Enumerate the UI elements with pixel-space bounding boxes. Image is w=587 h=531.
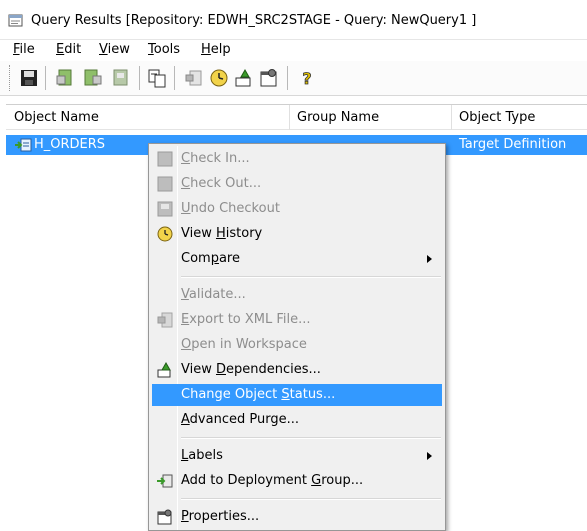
menu-item-label: Open in Workspace: [181, 337, 307, 352]
submenu-arrow-icon: [427, 255, 432, 263]
toolbar-separator: [174, 66, 175, 90]
svg-text:?: ?: [302, 69, 311, 88]
toolbar-grip[interactable]: [9, 65, 12, 91]
column-header-group-name[interactable]: Group Name: [297, 110, 379, 125]
column-divider[interactable]: [289, 105, 290, 130]
export-xml-icon: [157, 312, 173, 328]
compare-icon[interactable]: [146, 67, 168, 89]
menu-item-properties[interactable]: Properties...: [152, 506, 442, 528]
menu-item-label: View History: [181, 226, 263, 241]
window-title: Query Results [Repository: EDWH_SRC2STAG…: [31, 13, 477, 28]
export-icon[interactable]: [183, 67, 205, 89]
check-out-icon[interactable]: [82, 67, 104, 89]
menu-item-validate[interactable]: Validate...: [152, 284, 442, 306]
menu-item-label: Check In...: [181, 151, 250, 166]
menu-item-label: Labels: [181, 448, 223, 463]
results-table-header: Object Name Group Name Object Type: [6, 104, 587, 130]
menu-view-label: iew: [107, 42, 130, 57]
menu-separator: [181, 437, 441, 439]
menu-item-advanced-purge[interactable]: Advanced Purge...: [152, 409, 442, 431]
menu-item-label: Advanced Purge...: [181, 412, 299, 427]
toolbar-separator: [45, 66, 46, 90]
menu-help[interactable]: Help: [201, 42, 231, 57]
column-header-object-type[interactable]: Object Type: [459, 110, 535, 125]
menu-tools[interactable]: Tools: [148, 42, 180, 57]
menu-help-mnemonic: H: [201, 42, 211, 57]
menu-separator: [181, 276, 441, 278]
query-window-icon: [8, 14, 23, 27]
properties-icon: [157, 509, 172, 525]
menu-edit-label: dit: [64, 42, 82, 57]
dependencies-icon[interactable]: [233, 67, 255, 89]
object-type-cell: Target Definition: [459, 137, 567, 152]
menu-item-export-xml[interactable]: Export to XML File...: [152, 309, 442, 331]
view-history-icon: [157, 226, 173, 242]
menu-item-view-history[interactable]: View History: [152, 223, 442, 245]
menu-edit-mnemonic: E: [56, 42, 65, 57]
menu-item-label: Validate...: [181, 287, 246, 302]
object-name-cell: H_ORDERS: [34, 137, 106, 152]
menu-item-change-object-status[interactable]: Change Object Status...: [152, 384, 442, 406]
submenu-arrow-icon: [427, 452, 432, 460]
context-menu: Check In... Check Out... Undo Checkout V…: [148, 143, 446, 531]
dependencies-icon: [157, 362, 171, 378]
menu-item-label: Compare: [181, 251, 240, 266]
toolbar-separator: [139, 66, 140, 90]
menu-item-label: View Dependencies...: [181, 362, 321, 377]
menu-item-label: Change Object Status...: [181, 387, 336, 402]
check-in-icon: [157, 151, 173, 167]
query-results-window: Query Results [Repository: EDWH_SRC2STAG…: [0, 0, 587, 531]
menu-file-label: ile: [19, 42, 35, 57]
menu-view-mnemonic: V: [99, 42, 108, 57]
menu-tools-label: ools: [153, 42, 181, 57]
toolbar-separator: [287, 66, 288, 90]
menu-item-add-to-deployment-group[interactable]: Add to Deployment Group...: [152, 470, 442, 492]
save-icon[interactable]: [18, 67, 40, 89]
menu-item-label: Undo Checkout: [181, 201, 280, 216]
menu-item-compare[interactable]: Compare: [152, 248, 442, 270]
menu-item-label: Properties...: [181, 509, 260, 524]
menu-file[interactable]: File: [13, 42, 35, 57]
menu-item-check-in[interactable]: Check In...: [152, 148, 442, 170]
menu-view[interactable]: View: [99, 42, 130, 57]
column-divider[interactable]: [451, 105, 452, 130]
menu-item-label: Add to Deployment Group...: [181, 473, 364, 488]
menu-item-view-dependencies[interactable]: View Dependencies...: [152, 359, 442, 381]
menu-help-label: elp: [210, 42, 231, 57]
undo-checkout-icon[interactable]: [110, 67, 132, 89]
menu-item-label: Check Out...: [181, 176, 262, 191]
toolbar: ?: [0, 61, 587, 96]
deployment-group-icon: [157, 474, 173, 488]
menu-edit[interactable]: Edit: [56, 42, 81, 57]
column-header-object-name[interactable]: Object Name: [14, 110, 99, 125]
undo-checkout-icon: [157, 201, 173, 217]
menu-item-labels[interactable]: Labels: [152, 445, 442, 467]
help-icon[interactable]: ?: [296, 67, 318, 89]
check-out-icon: [157, 176, 173, 192]
target-definition-icon: [15, 138, 32, 152]
view-history-icon[interactable]: [208, 67, 230, 89]
check-in-icon[interactable]: [54, 67, 76, 89]
properties-icon[interactable]: [258, 67, 280, 89]
menu-item-open-in-workspace[interactable]: Open in Workspace: [152, 334, 442, 356]
menu-item-check-out[interactable]: Check Out...: [152, 173, 442, 195]
menu-item-label: Export to XML File...: [181, 312, 311, 327]
menu-item-undo-checkout[interactable]: Undo Checkout: [152, 198, 442, 220]
menu-separator: [181, 498, 441, 500]
menu-bar: File Edit View Tools Help: [0, 40, 587, 61]
title-bar: Query Results [Repository: EDWH_SRC2STAG…: [0, 0, 587, 40]
